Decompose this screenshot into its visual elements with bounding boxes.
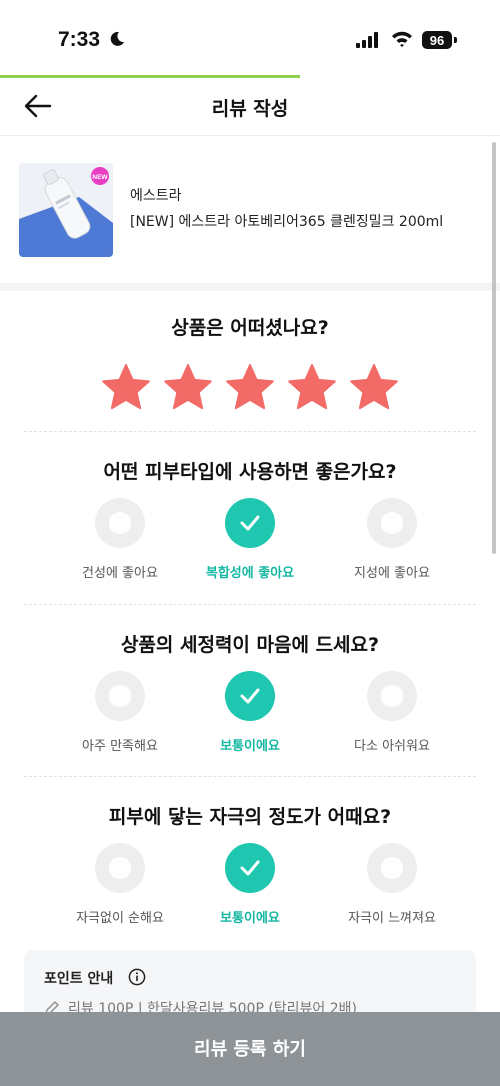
empty-circle-icon [95, 843, 145, 893]
empty-circle-icon [95, 671, 145, 721]
moon-icon [110, 31, 124, 46]
point-info-title: 포인트 안내 [44, 971, 114, 987]
section-divider [0, 283, 500, 291]
star-icon[interactable] [224, 362, 276, 414]
option-label: 보통이에요 [220, 911, 280, 926]
question-title: 피부에 닿는 자극의 정도가 어때요? [108, 806, 392, 828]
info-icon[interactable] [128, 968, 146, 986]
battery-indicator: 96 [422, 31, 452, 49]
empty-circle-icon [367, 843, 417, 893]
question-title: 어떤 피부타입에 사용하면 좋은가요? [103, 461, 397, 483]
new-badge: NEW [92, 174, 108, 181]
wifi-icon [392, 31, 412, 47]
option-radio[interactable]: 자극이 느껴져요 [312, 843, 472, 933]
star-icon[interactable] [162, 362, 214, 414]
option-radio[interactable]: 보통이에요 [170, 671, 330, 761]
submit-review-button[interactable]: 리뷰 등록 하기 [0, 1012, 500, 1086]
empty-circle-icon [367, 671, 417, 721]
star-icon[interactable] [100, 362, 152, 414]
question-options-1: 건성에 좋아요 복합성에 좋아요 지성에 좋아요 [0, 498, 500, 588]
option-label: 지성에 좋아요 [354, 566, 430, 581]
divider [24, 431, 476, 432]
option-radio[interactable]: 지성에 좋아요 [312, 498, 472, 588]
product-image: NEW [19, 163, 113, 257]
option-label: 보통이에요 [220, 739, 280, 754]
rating-question: 상품은 어떠셨나요? [171, 317, 329, 339]
empty-circle-icon [367, 498, 417, 548]
product-brand: 에스트라 [130, 188, 182, 204]
option-radio[interactable]: 보통이에요 [170, 843, 330, 933]
divider [24, 776, 476, 777]
signal-icon [356, 32, 378, 48]
check-icon [240, 515, 260, 531]
product-name: [NEW] 에스트라 아토베리어365 클렌징밀크 200ml [130, 214, 444, 230]
option-radio[interactable]: 다소 아쉬워요 [312, 671, 472, 761]
question-options-2: 아주 만족해요 보통이에요 다소 아쉬워요 [0, 671, 500, 761]
option-radio[interactable]: 복합성에 좋아요 [170, 498, 330, 588]
star-icon[interactable] [348, 362, 400, 414]
product-summary: NEW 에스트라 [NEW] 에스트라 아토베리어365 클렌징밀크 200ml [0, 137, 500, 283]
star-rating[interactable] [100, 362, 400, 414]
option-label: 다소 아쉬워요 [354, 739, 430, 754]
question-title: 상품의 세정력이 마음에 드세요? [120, 634, 380, 656]
check-icon [240, 860, 260, 876]
status-bar: 7:33 96 [0, 0, 500, 76]
status-time: 7:33 [58, 28, 101, 51]
check-circle-icon [225, 498, 275, 548]
option-label: 복합성에 좋아요 [205, 566, 295, 581]
option-label: 자극이 느껴져요 [348, 911, 436, 926]
scrollbar[interactable] [492, 142, 496, 554]
question-options-3: 자극없이 순해요 보통이에요 자극이 느껴져요 [0, 843, 500, 933]
header: 리뷰 작성 [0, 78, 500, 136]
check-circle-icon [225, 843, 275, 893]
check-circle-icon [225, 671, 275, 721]
page-title: 리뷰 작성 [211, 98, 289, 120]
divider [24, 604, 476, 605]
star-icon[interactable] [286, 362, 338, 414]
empty-circle-icon [95, 498, 145, 548]
check-icon [240, 688, 260, 704]
battery-cap [454, 37, 457, 43]
